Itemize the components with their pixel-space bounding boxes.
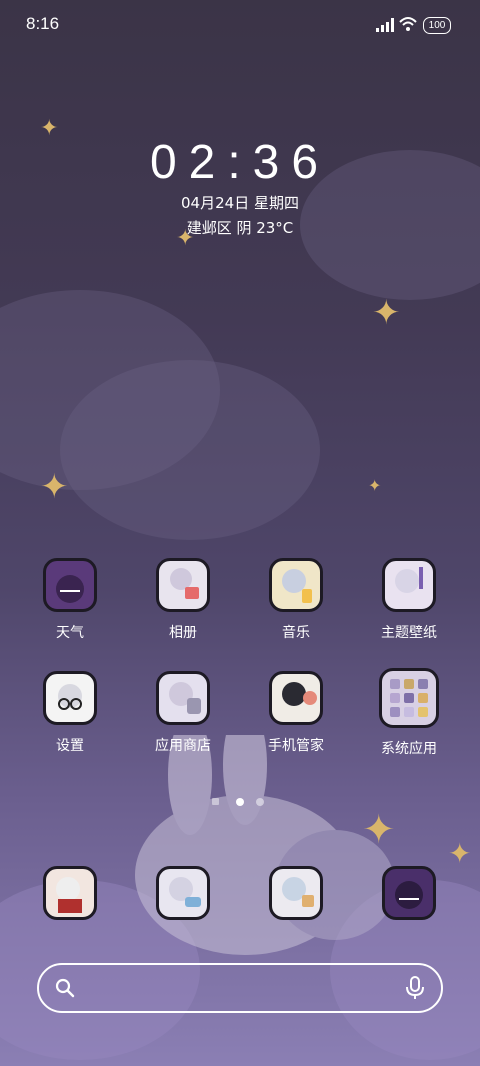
app-label-weather: 天气 [56,625,84,641]
app-label-folder-system: 系统应用 [381,741,437,757]
app-security[interactable]: 手机管家 [248,671,344,755]
page-dot-3 [256,798,264,806]
dock-app-4[interactable] [361,866,457,920]
status-bar: 8:16 100 [0,0,480,50]
dock-app-1[interactable] [22,866,118,920]
dock-app-2-icon [156,866,210,920]
app-label-themes: 主题壁纸 [381,625,437,641]
dock-app-1-icon [43,866,97,920]
app-settings[interactable]: 设置 [22,671,118,755]
app-label-music: 音乐 [282,625,310,641]
app-gallery[interactable]: 相册 [135,558,231,642]
app-label-gallery: 相册 [169,625,197,641]
wifi-icon [399,17,417,31]
microphone-icon[interactable] [405,976,425,1000]
battery-icon: 100 [423,17,451,34]
app-store-icon [156,671,210,725]
app-folder-system[interactable]: 系统应用 [361,668,457,758]
app-weather[interactable]: 天气 [22,558,118,642]
dock-app-4-icon [382,866,436,920]
app-label-settings: 设置 [56,738,84,754]
search-bar[interactable] [37,963,443,1013]
app-label-app-store: 应用商店 [155,738,211,754]
app-themes[interactable]: 主题壁纸 [361,558,457,642]
music-icon [269,558,323,612]
app-app-store[interactable]: 应用商店 [135,671,231,755]
app-music[interactable]: 音乐 [248,558,344,642]
search-icon [55,978,75,998]
settings-icon [43,671,97,725]
clock-widget-time[interactable]: 02:36 [0,135,480,190]
gallery-icon [156,558,210,612]
dock-app-3[interactable] [248,866,344,920]
clock-widget-weather: 建邺区 阴 23°C [186,219,294,237]
page-indicator[interactable] [212,796,272,808]
page-dot-1 [212,798,219,805]
security-icon [269,671,323,725]
dock-app-2[interactable] [135,866,231,920]
clock-widget-date: 04月24日 星期四 [181,194,299,212]
status-time: 8:16 [26,14,60,33]
folder-icon [379,668,439,728]
themes-icon [382,558,436,612]
app-label-security: 手机管家 [268,738,324,754]
dock-app-3-icon [269,866,323,920]
cellular-signal-icon [376,18,394,32]
weather-icon [43,558,97,612]
page-dot-2 [236,798,244,806]
